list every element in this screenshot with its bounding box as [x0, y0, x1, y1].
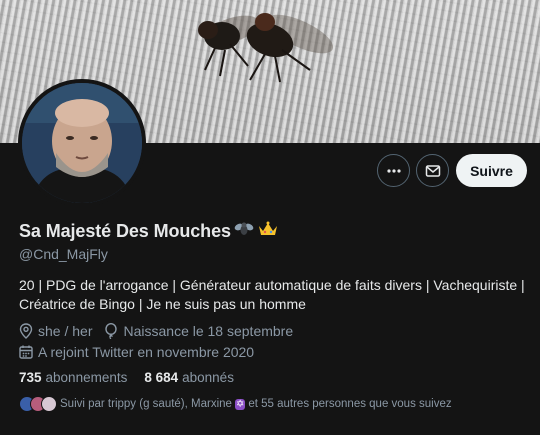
pronouns: she / her: [38, 322, 93, 339]
followed-by-prefix: Suivi par trippy (g sauté), Marxine: [60, 398, 232, 410]
fly-emoji-icon: [234, 221, 254, 241]
more-button[interactable]: [377, 154, 410, 187]
location-icon: [19, 322, 33, 339]
profile-meta-row: she / her Naissance le 18 septembre: [19, 321, 305, 340]
handle: @Cnd_MajFly: [19, 246, 108, 262]
crown-emoji-icon: [258, 221, 278, 241]
followers-label: abonnés: [182, 370, 234, 385]
follow-counts: 735 abonnements 8 684 abonnés: [19, 370, 251, 385]
followers-link[interactable]: 8 684 abonnés: [144, 370, 234, 385]
mail-icon: [425, 164, 440, 177]
more-horizontal-icon: [386, 168, 401, 173]
star-of-david-icon: ✡: [234, 398, 246, 410]
follow-button[interactable]: Suivre: [456, 154, 527, 187]
followed-by-suffix: et 55 autres personnes que vous suivez: [248, 398, 452, 410]
following-label: abonnements: [45, 370, 128, 385]
bio: 20 | PDG de l'arrogance | Générateur aut…: [19, 276, 525, 314]
followers-you-know[interactable]: Suivi par trippy (g sauté), Marxine ✡ et…: [19, 396, 452, 412]
bio-line-1: 20 | PDG de l'arrogance | Générateur aut…: [19, 277, 525, 293]
balloon-icon: [105, 322, 118, 339]
mutual-avatars: [19, 396, 57, 412]
avatar[interactable]: [18, 79, 146, 207]
joined-date: A rejoint Twitter en novembre 2020: [38, 343, 255, 360]
calendar-icon: [19, 345, 33, 359]
mutual-avatar: [41, 396, 57, 412]
message-button[interactable]: [416, 154, 449, 187]
following-link[interactable]: 735 abonnements: [19, 370, 127, 385]
display-name-row: Sa Majesté Des Mouches: [19, 219, 278, 243]
birthday-item: Naissance le 18 septembre: [104, 323, 293, 339]
joined-row: A rejoint Twitter en novembre 2020: [19, 342, 254, 361]
fly-photo: [198, 13, 334, 83]
bio-line-2: Créatrice de Bingo | Je ne suis pas un h…: [19, 296, 306, 312]
birthday: Naissance le 18 septembre: [123, 322, 294, 339]
pronouns-item: she / her: [19, 323, 92, 339]
display-name: Sa Majesté Des Mouches: [19, 220, 231, 241]
following-count: 735: [19, 370, 42, 385]
followers-count: 8 684: [144, 370, 179, 385]
